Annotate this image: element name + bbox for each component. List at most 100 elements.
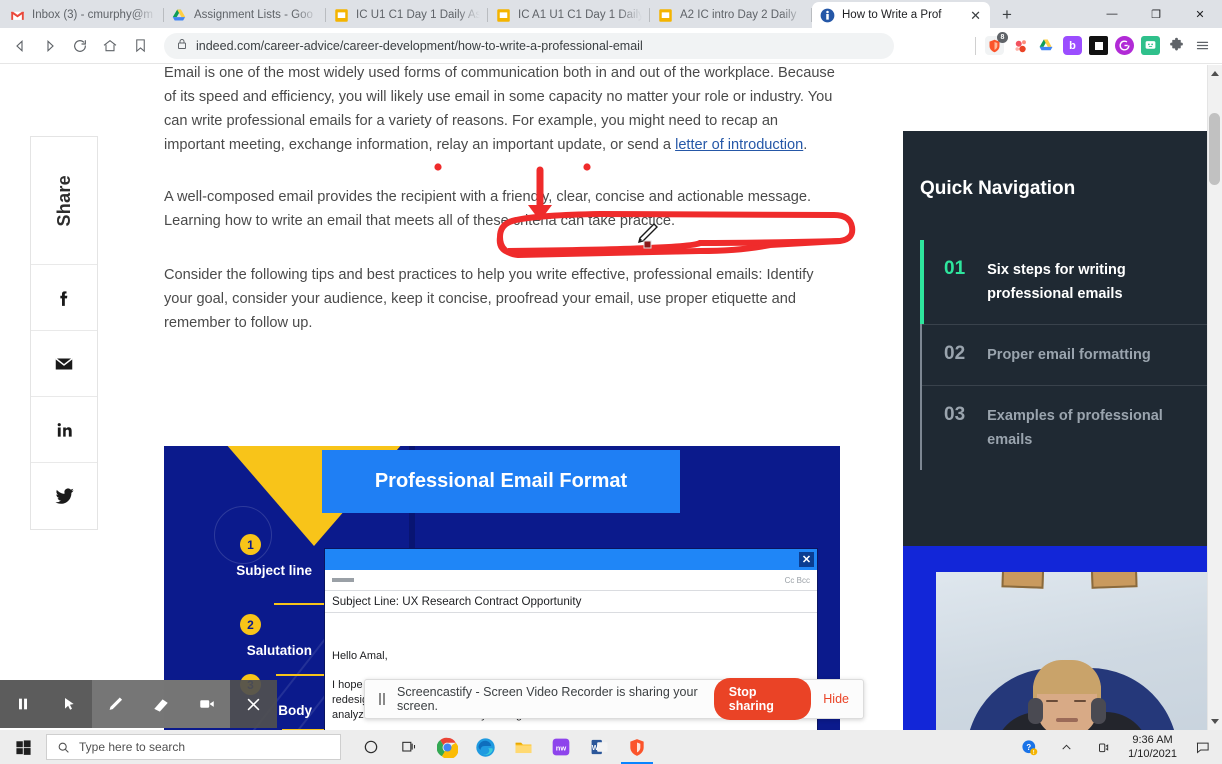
indeed-icon (820, 8, 835, 23)
eraser-tool-button[interactable] (138, 680, 184, 728)
scrollbar-thumb[interactable] (1209, 113, 1220, 185)
home-icon[interactable] (96, 32, 124, 60)
svg-text:W: W (591, 744, 598, 752)
stop-sharing-button[interactable]: Stop sharing (713, 678, 812, 720)
facebook-share-icon[interactable] (31, 265, 97, 331)
windows-taskbar: Type here to search nw W ? ! 9:36 AM 1/1… (0, 730, 1222, 764)
tab-a2-ic-intro-day2[interactable]: A2 IC intro Day 2 Daily (650, 2, 812, 28)
letter-of-introduction-link[interactable]: letter of introduction (675, 137, 803, 153)
email-share-icon[interactable] (31, 331, 97, 397)
linkedin-share-icon[interactable] (31, 397, 97, 463)
minimize-button[interactable]: — (1090, 0, 1134, 28)
action-center-icon[interactable] (1190, 735, 1214, 759)
article-paragraph-2: A well-composed email provides the recip… (164, 189, 812, 229)
tab-label: Inbox (3) - cmurphy@m (32, 9, 153, 21)
google-drive-icon[interactable] (1037, 36, 1056, 55)
eye-left (1046, 699, 1058, 702)
maximize-button[interactable]: ❐ (1134, 0, 1178, 28)
taskbar-clock[interactable]: 9:36 AM 1/10/2021 (1128, 733, 1177, 761)
browser-window: Inbox (3) - cmurphy@m Assignment Lists -… (0, 0, 1222, 764)
tab-label: IC U1 C1 Day 1 Daily As (356, 9, 480, 21)
taskbar-search-input[interactable]: Type here to search (46, 734, 341, 760)
person-hair (1033, 660, 1101, 694)
bitmoji-glyph: b (1069, 39, 1076, 52)
grammarly-icon[interactable] (1115, 36, 1134, 55)
browser-menu-icon[interactable] (1193, 36, 1212, 55)
quicknav-item-01[interactable]: 01 Six steps for writing professional em… (920, 240, 1207, 325)
window-controls: — ❐ ✕ (1090, 0, 1222, 28)
webcam-toggle-button[interactable] (184, 680, 230, 728)
brave-icon[interactable] (621, 735, 653, 764)
back-button[interactable] (6, 32, 34, 60)
webcam-video (936, 572, 1207, 730)
eye-right (1074, 699, 1086, 702)
screen-recorder-icon[interactable] (1089, 36, 1108, 55)
tab-ic-u1-c1-day1[interactable]: IC U1 C1 Day 1 Daily As (326, 2, 488, 28)
pointer-tool-button[interactable] (46, 680, 92, 728)
quicknav-number: 02 (944, 343, 966, 364)
tab-label: A2 IC intro Day 2 Daily (680, 9, 797, 21)
svg-text:!: ! (1032, 750, 1034, 756)
bitmoji-icon[interactable]: b (1063, 36, 1082, 55)
chrome-icon[interactable] (435, 735, 459, 759)
quicknav-number: 01 (944, 258, 966, 279)
bookmark-icon[interactable] (126, 32, 154, 60)
forward-button[interactable] (36, 32, 64, 60)
nearpod-icon[interactable]: nw (549, 735, 573, 759)
tab-label: Assignment Lists - Goo (194, 9, 313, 21)
screencastify-toolbar (0, 680, 277, 728)
record-square (1094, 41, 1103, 50)
extensions-area: 8 b (975, 32, 1216, 55)
address-bar[interactable]: indeed.com/career-advice/career-developm… (164, 32, 894, 59)
article-paragraph-1: Email is one of the most widely used for… (164, 65, 840, 157)
tab-how-to-write-a-professional-email[interactable]: How to Write a Prof ✕ (812, 2, 990, 28)
email-meta-row: Cc Bcc (325, 570, 817, 590)
edge-icon[interactable] (473, 735, 497, 759)
show-hidden-icons-chevron[interactable] (1054, 735, 1078, 759)
infographic-step-1: 1 Subject line (164, 534, 324, 578)
email-subject-line: Subject Line: UX Research Contract Oppor… (325, 590, 817, 613)
cc-bcc-label[interactable]: Cc Bcc (785, 576, 810, 585)
page-viewport: Share Email is one of the most widely us… (0, 65, 1222, 730)
google-slides-icon (334, 8, 349, 23)
tab-gmail[interactable]: Inbox (3) - cmurphy@m (2, 2, 164, 28)
tab-strip: Inbox (3) - cmurphy@m Assignment Lists -… (0, 0, 1222, 28)
pen-tool-button[interactable] (92, 680, 138, 728)
hide-button[interactable]: Hide (823, 692, 849, 706)
share-text: Share (53, 174, 74, 227)
search-icon (58, 742, 69, 753)
tab-close-icon[interactable]: ✕ (969, 9, 982, 22)
twitter-share-icon[interactable] (31, 463, 97, 529)
tab-label: IC A1 U1 C1 Day 1 Daily (518, 9, 642, 21)
close-icon[interactable]: ✕ (799, 552, 814, 567)
brave-shields-icon[interactable]: 8 (985, 32, 1008, 55)
tab-assignment-lists[interactable]: Assignment Lists - Goo (164, 2, 326, 28)
pear-deck-icon[interactable] (1141, 36, 1160, 55)
quicknav-item-02[interactable]: 02 Proper email formatting (922, 325, 1207, 386)
pause-recording-button[interactable] (0, 680, 46, 728)
quicknav-item-03[interactable]: 03 Examples of professional emails (922, 386, 1207, 470)
task-view-icon[interactable] (397, 735, 421, 759)
cortana-icon[interactable] (359, 735, 383, 759)
screencastify-icon[interactable] (1011, 36, 1030, 55)
tab-ic-a1-u1-c1-day1[interactable]: IC A1 U1 C1 Day 1 Daily (488, 2, 650, 28)
paragraph-1-period: . (803, 137, 808, 153)
recipient-placeholder (332, 578, 354, 582)
page-scrollbar[interactable] (1207, 65, 1222, 730)
mouth (1056, 718, 1078, 722)
system-tray: ? ! 9:36 AM 1/10/2021 (1017, 733, 1222, 761)
close-toolbar-button[interactable] (230, 680, 276, 728)
infographic-step-2: 2 Salutation (164, 614, 324, 658)
reload-button[interactable] (66, 32, 94, 60)
new-tab-button[interactable]: + (994, 2, 1020, 28)
close-window-button[interactable]: ✕ (1178, 0, 1222, 28)
scroll-up-arrow-icon[interactable] (1211, 71, 1219, 76)
recording-indicator-icon[interactable] (1091, 735, 1115, 759)
webcam-overlay[interactable] (903, 546, 1207, 730)
scroll-down-arrow-icon[interactable] (1211, 719, 1219, 724)
help-icon[interactable]: ? ! (1017, 735, 1041, 759)
windows-start-icon[interactable] (0, 730, 46, 764)
file-explorer-icon[interactable] (511, 735, 535, 759)
word-icon[interactable]: W (587, 735, 611, 759)
extensions-puzzle-icon[interactable] (1167, 36, 1186, 55)
